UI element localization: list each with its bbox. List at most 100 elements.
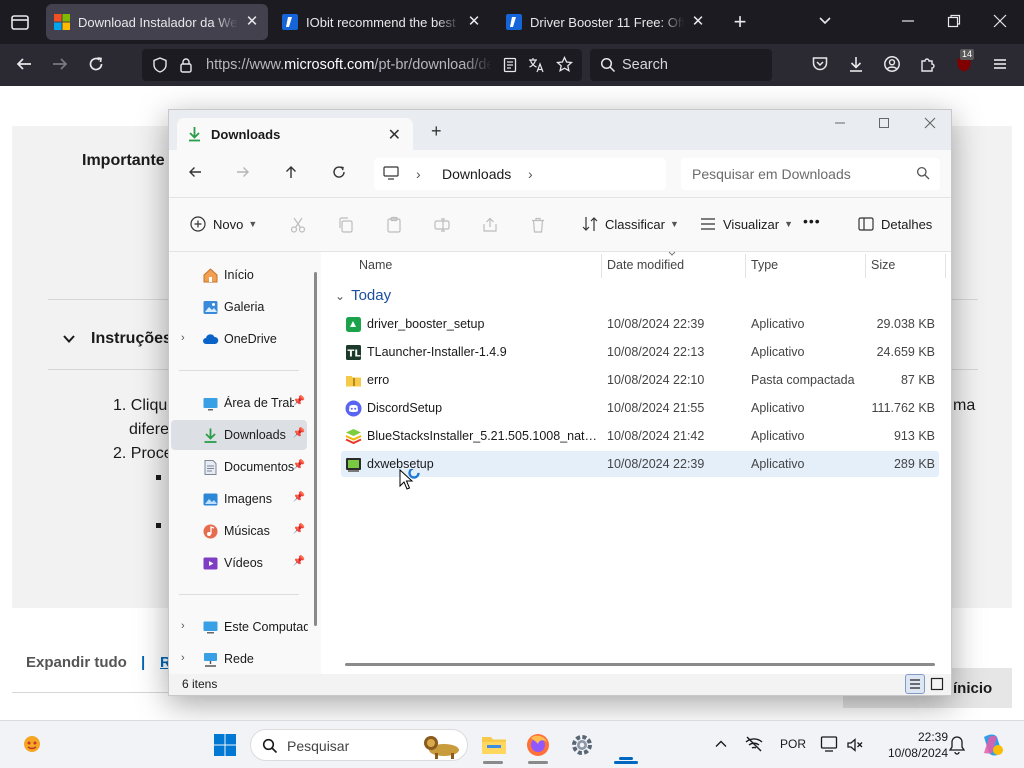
chevron-down-icon[interactable] (62, 332, 76, 346)
browser-search-bar[interactable]: Search (590, 49, 772, 81)
details-view-button[interactable] (905, 674, 925, 694)
new-tab-plus-icon[interactable]: + (730, 11, 750, 33)
taskbar-search[interactable]: Pesquisar (250, 729, 468, 761)
close-tab-icon[interactable]: ✕ (466, 14, 482, 30)
column-divider[interactable] (745, 254, 746, 278)
file-row[interactable]: DiscordSetup 10/08/2024 21:55 Aplicativo… (341, 395, 939, 421)
paste-icon[interactable] (385, 216, 403, 234)
hamburger-menu-icon[interactable] (990, 55, 1010, 77)
nav-item-music[interactable]: Músicas 📌 (171, 516, 307, 546)
up-arrow-icon[interactable] (279, 164, 303, 185)
column-header-size[interactable]: Size (871, 258, 895, 272)
horizontal-scrollbar[interactable] (345, 663, 935, 666)
pocket-icon[interactable] (810, 55, 830, 77)
column-header-name[interactable]: Name (359, 258, 392, 272)
file-row[interactable]: erro 10/08/2024 22:10 Pasta compactada 8… (341, 367, 939, 393)
speaker-muted-icon[interactable] (846, 736, 864, 754)
close-tab-icon[interactable]: ✕ (690, 14, 706, 30)
pin-icon[interactable]: 📌 (293, 460, 305, 471)
more-options-button[interactable]: ••• (803, 213, 821, 229)
expand-chevron-icon[interactable]: › (181, 332, 185, 344)
breadcrumb-chevron-icon[interactable]: › (416, 166, 421, 182)
rename-icon[interactable] (433, 216, 451, 234)
pin-icon[interactable]: 📌 (293, 492, 305, 503)
file-row[interactable]: TL TLauncher-Installer-1.4.9 10/08/2024 … (341, 339, 939, 365)
nav-item-this-pc[interactable]: › Este Computador (171, 612, 308, 642)
sort-button[interactable]: Classificar ▼ (581, 215, 679, 233)
breadcrumb-downloads[interactable]: Downloads (442, 166, 511, 182)
list-all-tabs-chevron-icon[interactable] (815, 12, 835, 32)
close-window-icon[interactable] (915, 116, 945, 134)
translate-icon[interactable] (528, 57, 545, 73)
bookmark-star-icon[interactable] (556, 56, 573, 73)
close-window-icon[interactable] (990, 12, 1010, 32)
refresh-icon[interactable] (327, 164, 351, 185)
column-divider[interactable] (601, 254, 602, 278)
pin-icon[interactable]: 📌 (293, 428, 305, 439)
shield-icon[interactable] (152, 57, 168, 73)
group-header-today[interactable]: ⌄ Today (335, 287, 391, 304)
reader-view-icon[interactable] (502, 57, 518, 73)
taskbar-firefox[interactable] (521, 729, 555, 761)
input-language[interactable]: POR (780, 737, 806, 751)
file-row-selected[interactable]: dxwebsetup 10/08/2024 22:39 Aplicativo 2… (341, 451, 939, 477)
back-arrow-icon[interactable] (14, 55, 34, 77)
file-row[interactable]: driver_booster_setup 10/08/2024 22:39 Ap… (341, 311, 939, 337)
minimize-icon[interactable] (898, 12, 918, 32)
widgets-weather-icon[interactable] (20, 733, 44, 757)
downloads-icon[interactable] (846, 55, 866, 77)
account-icon[interactable] (882, 55, 902, 77)
nav-item-videos[interactable]: Vídeos 📌 (171, 548, 307, 578)
collapse-chevron-icon[interactable]: ⌄ (335, 289, 345, 303)
nav-item-onedrive[interactable]: › OneDrive (171, 324, 307, 354)
explorer-tab-downloads[interactable]: Downloads ✕ (177, 118, 413, 150)
url-bar[interactable]: https://www.microsoft.com/pt-br/download… (142, 49, 582, 81)
pin-icon[interactable]: 📌 (293, 556, 305, 567)
close-tab-icon[interactable]: ✕ (244, 14, 260, 30)
ublock-extension-icon[interactable]: 14 (954, 49, 975, 77)
reload-icon[interactable] (86, 55, 106, 77)
chevron-up-icon[interactable] (714, 737, 728, 751)
monitor-icon[interactable] (383, 166, 399, 180)
nav-item-pictures[interactable]: Imagens 📌 (171, 484, 307, 514)
instructions-heading[interactable]: Instruções (91, 330, 172, 348)
tiles-view-button[interactable] (927, 674, 947, 694)
nav-item-gallery[interactable]: Galeria (171, 292, 307, 322)
folder-search-input[interactable]: Pesquisar em Downloads (681, 158, 940, 190)
view-button[interactable]: Visualizar ▼ (699, 215, 793, 233)
minimize-icon[interactable] (825, 116, 855, 134)
column-header-type[interactable]: Type (751, 258, 778, 272)
tab-list-icon[interactable] (8, 10, 32, 34)
nav-item-downloads[interactable]: Downloads 📌 (171, 420, 307, 450)
lock-icon[interactable] (178, 57, 194, 73)
breadcrumb-chevron-icon[interactable]: › (528, 166, 533, 182)
taskbar-settings[interactable] (565, 729, 599, 761)
expand-chevron-icon[interactable]: › (181, 620, 185, 632)
system-clock[interactable]: 22:39 10/08/2024 (872, 729, 948, 761)
browser-tab-2[interactable]: IObit recommend the best free ✕ (274, 4, 490, 40)
windows-start-icon[interactable] (213, 733, 237, 757)
nav-scrollbar[interactable] (314, 272, 317, 626)
browser-tab-3[interactable]: Driver Booster 11 Free: Official ✕ (498, 4, 714, 40)
new-tab-plus-icon[interactable]: + (431, 121, 442, 142)
share-icon[interactable] (481, 216, 499, 234)
pin-icon[interactable]: 📌 (293, 396, 305, 407)
network-disconnected-icon[interactable] (744, 735, 764, 753)
forward-arrow-icon[interactable] (50, 55, 70, 77)
notification-bell-icon[interactable] (948, 735, 966, 755)
forward-arrow-icon[interactable] (231, 164, 255, 185)
nav-item-documents[interactable]: Documentos 📌 (171, 452, 307, 482)
taskbar-file-explorer[interactable] (477, 729, 511, 761)
column-divider[interactable] (865, 254, 866, 278)
display-icon[interactable] (820, 735, 840, 753)
column-divider[interactable] (945, 254, 946, 278)
expand-all-link[interactable]: Expandir tudo (26, 654, 127, 671)
browser-tab-1[interactable]: Download Instalador da Web d ✕ (46, 4, 268, 40)
nav-item-network[interactable]: › Rede (171, 644, 307, 674)
copy-icon[interactable] (337, 216, 355, 234)
expand-chevron-icon[interactable]: › (181, 652, 185, 664)
close-tab-icon[interactable]: ✕ (388, 125, 401, 145)
extensions-puzzle-icon[interactable] (918, 55, 938, 77)
file-row[interactable]: BlueStacksInstaller_5.21.505.1008_native… (341, 423, 939, 449)
new-button[interactable]: Novo ▼ (189, 215, 257, 233)
